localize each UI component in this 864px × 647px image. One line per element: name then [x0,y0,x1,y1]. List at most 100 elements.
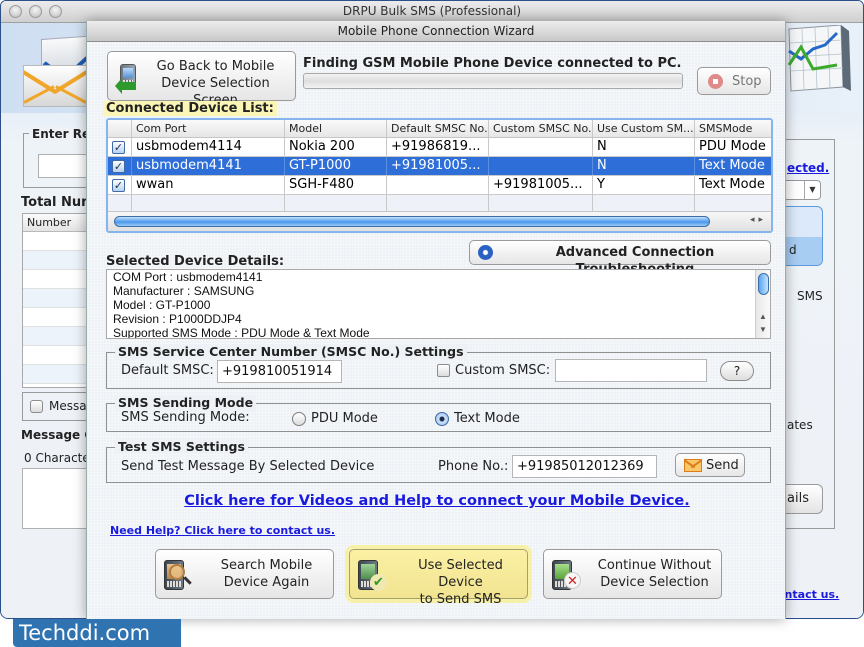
cell-default-smsc: +91986819... [387,138,489,156]
character-count: 0 Characte [24,451,90,465]
search-again-button[interactable]: Search Mobile Device Again [155,549,334,599]
table-row[interactable]: ✓ wwan SGH-F480 +91981005... Y Text Mode [108,176,771,195]
search-again-line2: Device Again [223,575,310,590]
cell-use-custom: Y [593,176,695,194]
cell-model: GT-P1000 [285,157,387,175]
stop-button[interactable]: Stop [697,67,771,95]
cell-default-smsc: +91981005... [387,157,489,175]
details-line: Manufacturer : SAMSUNG [113,284,255,298]
cell-com-port: wwan [132,176,285,194]
right-contact-link[interactable]: ontact us. [777,588,839,601]
main-titlebar: DRPU Bulk SMS (Professional) [1,1,863,23]
custom-smsc-input[interactable] [555,359,707,382]
search-progress-bar [303,73,683,89]
cell-model: SGH-F480 [285,176,387,194]
cell-com-port: usbmodem4141 [132,157,285,175]
custom-smsc-label: Custom SMSC: [455,363,551,378]
sms-sending-mode-group: SMS Sending Mode SMS Sending Mode: PDU M… [106,395,771,432]
phone-number-input[interactable]: +91985012012369 [512,455,657,478]
text-mode-radio[interactable] [435,412,449,426]
go-back-label-line1: Go Back to Mobile [156,59,275,74]
message-composer-label: Message C [21,428,94,442]
table-header: Com Port Model Default SMSC No. Custom S… [108,120,771,138]
cell-custom-smsc: +91981005... [489,176,593,194]
pdu-mode-label[interactable]: PDU Mode [311,411,378,426]
vertical-scrollbar[interactable]: ▲ ▼ [755,270,770,338]
mail-icon [684,459,702,472]
table-row[interactable]: ✓ usbmodem4114 Nokia 200 +91986819... N … [108,138,771,157]
cell-custom-smsc [489,157,593,175]
right-details-button[interactable]: ails [781,484,823,514]
dialog-titlebar: Mobile Phone Connection Wizard [87,21,785,42]
connection-wizard-dialog: Mobile Phone Connection Wizard Go Back t… [86,21,786,619]
scroll-down-icon[interactable]: ▼ [759,325,767,334]
right-panel-select[interactable]: ▼ [781,180,821,200]
dialog-title: Mobile Phone Connection Wizard [337,24,535,38]
default-smsc-input[interactable]: +919810051914 [217,360,342,383]
go-back-button[interactable]: Go Back to Mobile Device Selection Scree… [107,51,296,108]
continue-without-line1: Continue Without [597,558,712,573]
row-checkbox[interactable]: ✓ [112,160,125,173]
main-window-title: DRPU Bulk SMS (Professional) [342,4,522,18]
chevron-down-icon: ▼ [804,181,820,199]
advanced-troubleshooting-button[interactable]: Advanced Connection Troubleshooting [469,240,771,277]
horizontal-scrollbar[interactable]: ◂▸ [108,211,771,231]
envelope-orange-icon [23,65,87,107]
back-arrow-icon [115,78,136,94]
column-header-custom-smsc[interactable]: Custom SMSC No. [489,120,593,137]
continue-without-line2: Device Selection [600,575,709,590]
scroll-arrows-icon[interactable]: ◂▸ [750,215,767,225]
message-checkbox[interactable] [30,400,43,413]
column-header-com-port[interactable]: Com Port [132,120,285,137]
right-sms-label: SMS [797,289,823,303]
test-sms-settings-legend: Test SMS Settings [115,439,248,454]
message-checkbox-label: Messa [49,399,87,413]
details-line: Model : GT-P1000 [113,298,211,312]
device-table[interactable]: Com Port Model Default SMSC No. Custom S… [106,118,773,233]
cell-sms-mode: Text Mode [699,158,765,173]
cell-model: Nokia 200 [285,138,387,156]
videos-help-link[interactable]: Click here for Videos and Help to connec… [87,493,787,509]
right-panel-link[interactable]: ected. [787,161,829,175]
scrollbar-thumb[interactable] [114,216,710,227]
test-sms-settings-group: Test SMS Settings Send Test Message By S… [106,439,771,483]
use-selected-line1: Use Selected Device [418,558,503,590]
text-mode-label[interactable]: Text Mode [454,411,520,426]
search-again-line1: Search Mobile [220,558,313,573]
continue-without-device-button[interactable]: ✕ Continue Without Device Selection [543,549,722,599]
right-list-selected-item[interactable]: d [781,237,822,265]
checkmark-icon: ✔ [370,574,387,591]
total-numbers-label: Total Num [21,195,95,210]
details-line: Supported SMS Mode : PDU Mode & Text Mod… [113,326,370,339]
send-label: Send [706,458,739,473]
cell-custom-smsc [489,138,593,156]
right-templates-label: ates [787,418,813,432]
use-selected-line2: to Send SMS [419,592,502,607]
right-panel-list[interactable]: d [781,206,823,266]
row-checkbox[interactable]: ✓ [112,141,125,154]
column-header-default-smsc[interactable]: Default SMSC No. [387,120,489,137]
gear-icon [478,245,493,260]
chart-logo-icon [787,25,851,92]
row-checkbox[interactable]: ✓ [112,179,125,192]
selected-device-details-label: Selected Device Details: [106,254,285,269]
help-button[interactable]: ? [720,361,754,381]
scrollbar-thumb[interactable] [758,273,769,295]
use-selected-device-button[interactable]: ✔ Use Selected Device to Send SMS [349,549,528,607]
column-header-sms-mode[interactable]: SMSMode [695,120,771,137]
test-message-description: Send Test Message By Selected Device [121,459,375,474]
custom-smsc-checkbox[interactable] [437,364,450,377]
device-details-textbox[interactable]: COM Port : usbmodem4141 Manufacturer : S… [106,269,771,339]
column-header-use-custom[interactable]: Use Custom SM... [593,120,695,137]
magnifier-icon [169,564,185,580]
status-text: Finding GSM Mobile Phone Device connecte… [303,56,682,71]
cell-com-port: usbmodem4114 [132,138,285,156]
column-header-model[interactable]: Model [285,120,387,137]
contact-us-link[interactable]: Need Help? Click here to contact us. [110,524,335,537]
watermark: Techddi.com [13,619,181,647]
pdu-mode-radio[interactable] [292,412,306,426]
table-row-selected[interactable]: ✓ usbmodem4141 GT-P1000 +91981005... N T… [108,157,771,176]
send-test-button[interactable]: Send [675,453,745,477]
scroll-up-icon[interactable]: ▲ [759,312,767,321]
x-mark-icon: ✕ [564,572,581,589]
